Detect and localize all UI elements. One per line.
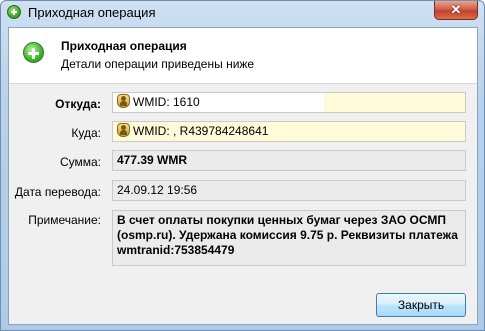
to-value: WMID: , R439784248641	[133, 124, 269, 138]
window-close-button[interactable]: ✕	[434, 1, 478, 20]
from-label: Откуда:	[55, 97, 101, 111]
window-title: Приходная операция	[28, 5, 156, 20]
to-label: Куда:	[71, 126, 101, 140]
title-bar[interactable]: Приходная операция ✕	[1, 1, 484, 25]
plus-circle-icon	[23, 42, 44, 63]
date-value: 24.09.12 19:56	[117, 183, 198, 197]
to-field[interactable]: WMID: , R439784248641	[112, 121, 466, 142]
date-field[interactable]: 24.09.12 19:56	[112, 180, 466, 201]
note-field[interactable]: В счет оплаты покупки ценных бумаг через…	[112, 210, 466, 266]
dialog-client-area: Приходная операция Детали операции приве…	[8, 27, 478, 325]
header-subtitle: Детали операции приведены ниже	[61, 57, 255, 71]
note-label: Примечание:	[28, 213, 101, 227]
amount-value: 477.39 WMR	[117, 153, 188, 167]
webmoney-passport-icon	[117, 122, 131, 138]
close-button[interactable]: Закрыть	[376, 293, 466, 317]
date-label: Дата перевода:	[14, 185, 101, 199]
from-value: WMID: 1610	[133, 95, 200, 109]
dialog-header: Приходная операция Детали операции приве…	[9, 28, 477, 84]
dialog-window: Приходная операция ✕ Приходная операция …	[0, 0, 485, 331]
plus-circle-icon	[7, 5, 21, 19]
header-title: Приходная операция	[61, 39, 187, 53]
amount-label: Сумма:	[59, 155, 101, 169]
webmoney-passport-icon	[117, 93, 131, 109]
from-field[interactable]: WMID: 1610	[112, 92, 466, 113]
amount-field[interactable]: 477.39 WMR	[112, 150, 466, 171]
